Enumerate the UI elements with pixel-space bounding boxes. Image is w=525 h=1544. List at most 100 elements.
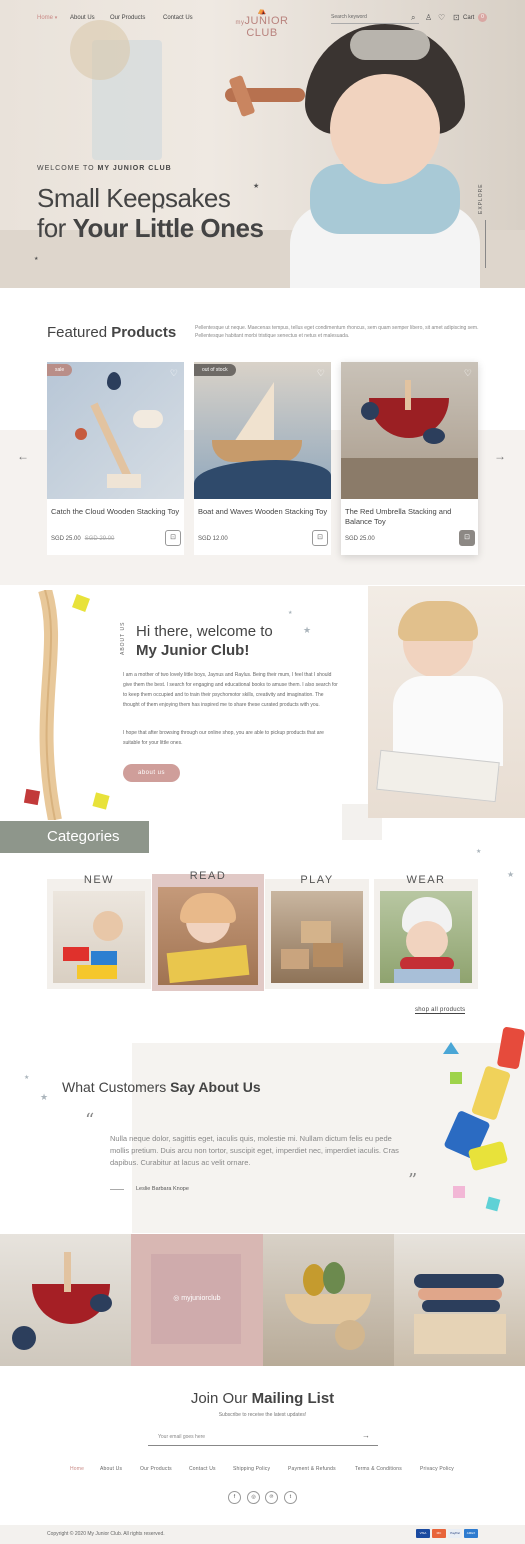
footer-link-home[interactable]: Home	[70, 1466, 84, 1472]
product-name[interactable]: Catch the Cloud Wooden Stacking Toy	[51, 507, 181, 517]
add-to-cart-button[interactable]: ⊡	[312, 530, 328, 546]
book	[166, 944, 250, 984]
product-name[interactable]: Boat and Waves Wooden Stacking Toy	[198, 507, 328, 517]
cart-count-badge: 0	[478, 13, 487, 22]
toy-base	[107, 474, 141, 488]
star-icon: ★	[160, 205, 165, 211]
next-arrow-icon[interactable]: →	[494, 449, 506, 463]
footer-link-products[interactable]: Our Products	[140, 1466, 172, 1472]
add-to-cart-button[interactable]: ⊡	[459, 530, 475, 546]
product-card[interactable]: sale ♡ Catch the Cloud Wooden Stacking T…	[47, 362, 184, 555]
toy-block-teal	[485, 1196, 501, 1212]
prev-arrow-icon[interactable]: ←	[17, 449, 29, 463]
explore-link[interactable]: EXPLORE	[478, 183, 484, 214]
heart-icon[interactable]: ♡	[464, 368, 472, 379]
featured-title-light: Featured	[47, 324, 112, 341]
category-new[interactable]: NEW	[47, 874, 151, 989]
site-logo[interactable]: ⛺ myJUNIOR CLUB	[222, 8, 302, 39]
instagram-photo[interactable]	[262, 1234, 394, 1366]
sale-badge: sale	[47, 364, 73, 376]
instagram-photo[interactable]	[393, 1234, 525, 1366]
category-label: READ	[189, 870, 227, 882]
toy-handle	[64, 1252, 71, 1292]
add-to-cart-button[interactable]: ⊡	[165, 530, 181, 546]
price-current: SGD 25.00	[51, 536, 81, 542]
footer-link-privacy[interactable]: Privacy Policy	[420, 1466, 454, 1472]
toy-drop	[90, 1294, 112, 1312]
search-icon[interactable]: ⌕	[411, 13, 415, 23]
featured-title-bold: Products	[111, 324, 177, 341]
price-current: SGD 25.00	[345, 536, 375, 542]
star-icon: ★	[288, 610, 293, 616]
hero-title-line2: for Your Little Ones	[37, 213, 264, 243]
category-image[interactable]	[271, 891, 363, 983]
search-input[interactable]: Search keyword	[331, 14, 419, 24]
hero-title: Small Keepsakes for Your Little Ones	[37, 183, 264, 243]
cart-link[interactable]: Cart	[463, 15, 474, 21]
about-title-line1: Hi there, welcome to	[136, 623, 273, 640]
star-icon: ★	[476, 849, 482, 855]
facebook-icon[interactable]: f	[228, 1491, 241, 1504]
nav-home[interactable]: Home ▾	[37, 15, 57, 21]
toy-wave	[421, 1300, 500, 1312]
visa-icon: VISA	[416, 1529, 430, 1538]
footer-link-about[interactable]: About Us	[100, 1466, 122, 1472]
product-card[interactable]: ♡ The Red Umbrella Stacking and Balance …	[341, 362, 478, 555]
category-image[interactable]	[380, 891, 472, 983]
hero-title-prefix: for	[37, 213, 73, 243]
product-card[interactable]: out of stock ♡ Boat and Waves Wooden Sta…	[194, 362, 331, 555]
email-field[interactable]: Your email goes here	[148, 1428, 378, 1446]
category-read[interactable]: READ	[152, 870, 264, 991]
instagram-handle[interactable]: ◎ myjuniorclub	[131, 1294, 262, 1302]
footer-link-payment[interactable]: Payment & Refunds	[288, 1466, 336, 1472]
paypal-icon: PayPal	[448, 1529, 462, 1538]
quote-open-icon: “	[85, 1110, 95, 1131]
heart-icon[interactable]: ♡	[317, 368, 325, 379]
wood-block	[301, 921, 331, 943]
nav-about[interactable]: About Us	[70, 15, 95, 21]
pinterest-icon[interactable]: ℗	[265, 1491, 278, 1504]
footer-link-shipping[interactable]: Shipping Policy	[233, 1466, 270, 1472]
product-name[interactable]: The Red Umbrella Stacking and Balance To…	[345, 507, 475, 527]
submit-arrow-icon[interactable]: →	[362, 1431, 370, 1440]
category-image[interactable]	[158, 887, 258, 985]
nav-contact[interactable]: Contact Us	[163, 15, 193, 21]
product-image[interactable]: ♡	[341, 362, 478, 499]
mailing-title-bold: Mailing List	[251, 1390, 335, 1407]
toy-leaf	[322, 1262, 345, 1294]
footer-link-contact[interactable]: Contact Us	[189, 1466, 216, 1472]
toy-block-yellow	[72, 594, 90, 612]
instagram-icon[interactable]: ◎	[247, 1491, 260, 1504]
mailing-subtitle: Subscribe to receive the latest updates!	[218, 1412, 307, 1418]
instagram-photo[interactable]: ◎ myjuniorclub	[131, 1234, 263, 1366]
footer-link-terms[interactable]: Terms & Conditions	[355, 1466, 402, 1472]
star-icon: ★	[253, 183, 260, 190]
user-icon[interactable]: ♙	[425, 13, 432, 23]
twitter-icon[interactable]: t	[284, 1491, 297, 1504]
category-play[interactable]: PLAY	[265, 874, 369, 989]
product-image[interactable]: out of stock ♡	[194, 362, 331, 499]
instagram-icon: ◎	[173, 1295, 180, 1302]
toy-table	[341, 458, 478, 499]
heart-icon[interactable]: ♡	[438, 13, 445, 23]
hero-title-bold: Your Little Ones	[72, 213, 264, 243]
category-wear[interactable]: WEAR	[374, 874, 478, 989]
featured-description: Pellentesque ut neque. Maecenas tempus, …	[195, 325, 479, 339]
instagram-photo[interactable]	[0, 1234, 132, 1366]
toy-rocker	[284, 1294, 371, 1324]
nav-products[interactable]: Our Products	[110, 15, 145, 21]
toy-leaf	[302, 1264, 325, 1296]
wood-block	[313, 943, 343, 967]
heart-icon[interactable]: ♡	[170, 368, 178, 379]
instagram-handle-text: myjuniorclub	[181, 1295, 221, 1302]
toy-drop	[12, 1326, 36, 1350]
cart-icon[interactable]: ⊡	[453, 13, 460, 23]
product-price: SGD 12.00	[198, 536, 228, 542]
logo-prefix: my	[235, 20, 245, 26]
product-image[interactable]: sale ♡	[47, 362, 184, 499]
star-icon: ★	[24, 1075, 30, 1081]
shop-all-products-link[interactable]: shop all products	[415, 1007, 466, 1014]
category-image[interactable]	[53, 891, 145, 983]
about-us-button[interactable]: about us	[123, 764, 180, 782]
child-face	[406, 921, 448, 961]
